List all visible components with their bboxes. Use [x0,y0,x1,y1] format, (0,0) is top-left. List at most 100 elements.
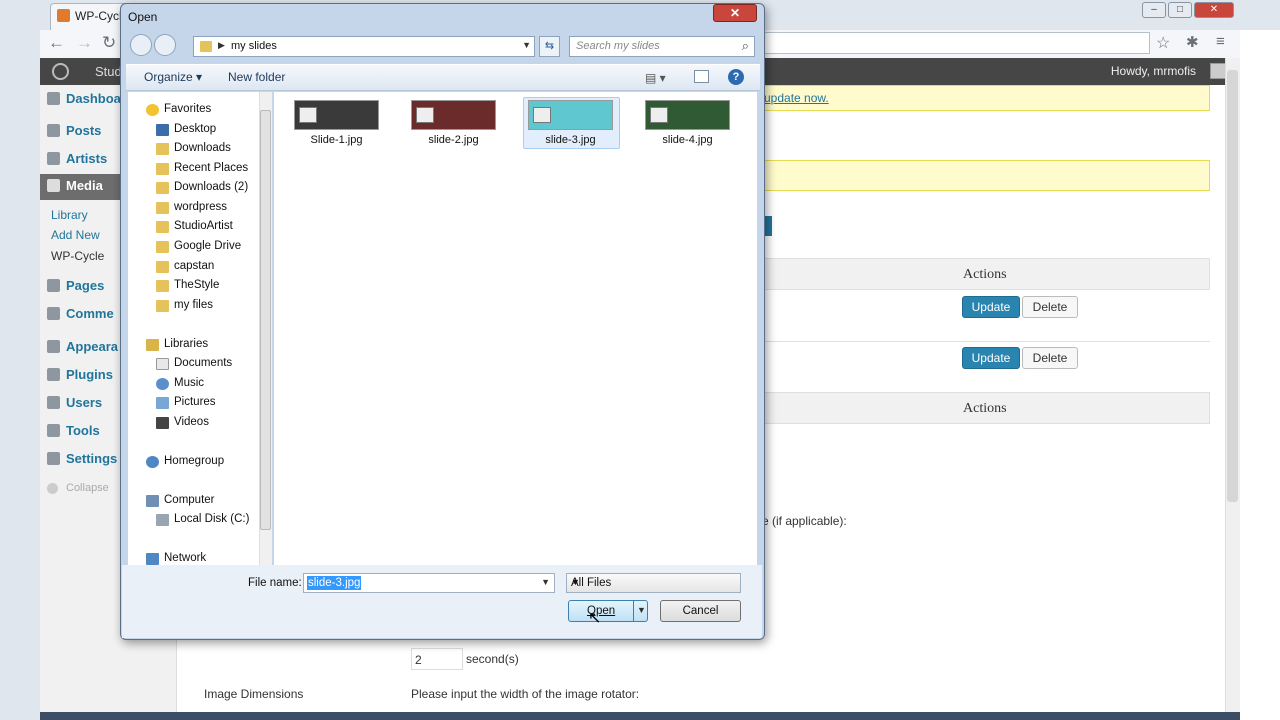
actions-header: Actions [963,267,1007,282]
forward-icon[interactable]: → [76,33,93,53]
update-button[interactable]: Update [962,296,1020,318]
taskbar [40,712,1240,720]
chevron-down-icon[interactable]: ▼ [522,40,531,50]
search-icon[interactable]: ⌕ [742,38,749,54]
minimize-button[interactable]: – [1142,2,1166,18]
file-name: Slide-1.jpg [310,134,363,146]
chevron-down-icon[interactable]: ▼ [541,577,550,587]
refresh-icon[interactable]: ⇆ [539,36,560,57]
documents-icon [156,358,169,370]
sidebar-sub-wp-cycle[interactable]: WP-Cycle [51,249,104,263]
tools-icon [47,424,60,437]
thumbnail-window-icon [416,107,434,123]
file-name-value: slide-3.jpg [307,576,362,590]
star-icon[interactable]: ☆ [1156,33,1170,53]
change-view-icon[interactable]: ▤ ▾ [645,71,666,85]
window-frame-left [0,0,40,720]
dialog-address-bar[interactable]: ▶ my slides ▼ [193,36,535,57]
file-name-label: File name: [248,577,302,589]
user-greeting[interactable]: Howdy, mrmofis [1111,64,1196,78]
image-dimensions-label: Image Dimensions [204,687,304,701]
reload-icon[interactable]: ↻ [102,33,116,53]
extension-icon[interactable]: ✱ [1186,33,1199,51]
file-name: slide-3.jpg [545,134,596,146]
image-thumbnail [411,100,496,130]
file-item[interactable]: slide-2.jpg [411,100,507,148]
folder-icon [200,41,212,52]
appearance-icon [47,340,60,353]
dashboard-icon [47,92,60,105]
table-header: Actions [760,258,1210,290]
chevron-down-icon: ▼ [571,577,580,587]
libraries-icon [146,339,159,351]
dialog-close-button[interactable]: ✕ [713,4,757,22]
pages-icon [47,279,60,292]
sidebar-sub-add-new[interactable]: Add New [51,228,100,242]
update-now-link[interactable]: update now. [764,91,829,105]
menu-icon[interactable]: ≡ [1216,33,1225,50]
preview-pane-icon[interactable] [694,70,709,83]
organize-button[interactable]: Organize ▾ [144,70,202,84]
wordpress-logo-icon[interactable] [52,63,69,80]
folder-icon [156,143,169,155]
cancel-button[interactable]: Cancel [660,600,741,622]
page-scrollbar-thumb[interactable] [1227,70,1238,502]
nav-scrollbar-thumb[interactable] [260,110,271,530]
image-thumbnail [528,100,613,130]
folder-icon [156,163,169,175]
folder-icon [156,261,169,273]
site-name[interactable]: Stud [95,64,122,79]
posts-icon [47,124,60,137]
thumbnail-window-icon [533,107,551,123]
folder-icon [156,182,169,194]
browser-tab[interactable]: WP-Cycle [50,3,130,30]
dialog-nav-buttons [130,34,180,58]
sidebar-sub-library[interactable]: Library [51,208,88,222]
new-folder-button[interactable]: New folder [228,70,285,84]
file-name-input[interactable]: slide-3.jpg ▼ [303,573,555,593]
update-button[interactable]: Update [962,347,1020,369]
breadcrumb[interactable]: my slides [231,40,277,52]
thumbnail-window-icon [650,107,668,123]
folder-icon [156,221,169,233]
file-item[interactable]: Slide-1.jpg [294,100,390,148]
dialog-title: Open [128,10,158,24]
delete-button[interactable]: Delete [1022,347,1078,369]
update-notice: update now. [757,85,1210,111]
delete-button[interactable]: Delete [1022,296,1078,318]
file-name: slide-4.jpg [662,134,713,146]
desktop-icon [156,124,169,136]
plugins-icon [47,368,60,381]
artists-icon [47,152,60,165]
settings-icon [47,452,60,465]
breadcrumb-arrow-icon[interactable]: ▶ [218,40,225,51]
network-icon [146,553,159,565]
search-placeholder: Search my slides [576,40,660,52]
dialog-forward-icon[interactable] [154,34,176,56]
open-button[interactable]: Open ▼ [568,600,648,622]
file-item[interactable]: slide-4.jpg [645,100,741,148]
thumbnail-window-icon [299,107,317,123]
search-input[interactable]: Search my slides ⌕ [569,36,755,57]
interval-input[interactable]: 2 [411,648,463,670]
collapse-icon [47,483,58,494]
address-bar[interactable] [760,32,1150,54]
file-list-pane [274,92,757,565]
help-icon[interactable]: ? [728,69,744,85]
folder-icon [156,202,169,214]
file-type-select[interactable]: All Files ▼ [566,573,741,593]
split-divider [633,601,634,621]
users-icon [47,396,60,409]
star-icon [146,104,159,116]
avatar[interactable] [1210,63,1226,79]
maximize-button[interactable]: □ [1168,2,1192,18]
computer-icon [146,495,159,507]
file-item-selected[interactable]: slide-3.jpg [528,100,624,148]
music-icon [156,378,169,390]
image-thumbnail [645,100,730,130]
chevron-down-icon[interactable]: ▼ [637,605,646,615]
close-window-button[interactable]: ✕ [1194,2,1234,18]
applicable-label: e (if applicable): [762,514,847,528]
dialog-back-icon[interactable] [130,34,152,56]
back-icon[interactable]: ← [48,33,65,53]
